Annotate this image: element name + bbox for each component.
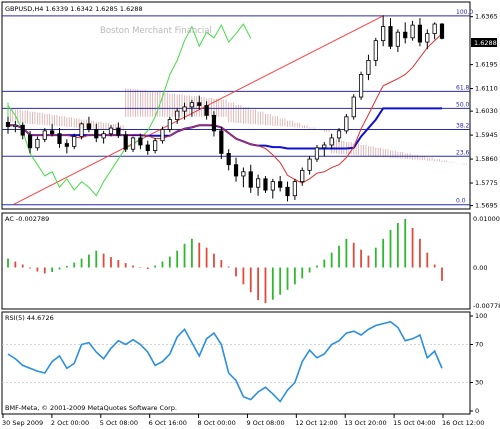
candle (439, 23, 445, 40)
time-tick-label: 13 Oct 20:00 (344, 419, 386, 427)
fib-level-label: 38.2 (456, 122, 470, 129)
candle (263, 175, 268, 193)
fib-level-label: 23.6 (456, 149, 470, 156)
chart-window: Boston Merchant Financial GBPUSD,H4 1.63… (0, 0, 500, 429)
time-tick-label: 2 Oct 00:00 (51, 419, 89, 427)
time-tick-label: 12 Oct 12:00 (295, 419, 337, 427)
ac-header: AC -0.002789 (5, 215, 49, 223)
copyright: BMF-Meta, © 2001-2009 MetaQuotes Softwar… (5, 404, 177, 412)
ac-tick-zero: 0.00 (473, 264, 487, 272)
rsi-axis: 100 70 30 0 (470, 312, 487, 415)
rsi-tick-label: 30 (475, 379, 483, 387)
time-tick-label: 16 Oct 12:00 (442, 419, 484, 427)
time-tick-label: 6 Oct 16:00 (149, 419, 187, 427)
ac-pane-frame (1, 212, 471, 310)
rsi-header: RSI(5) 44.6726 (5, 314, 54, 322)
price-tick-label: 1.5945 (475, 131, 498, 139)
candle (79, 122, 84, 140)
current-price-label: 1.6288 (474, 39, 497, 47)
time-tick-label: 30 Sep 2009 (2, 419, 43, 427)
time-axis: 30 Sep 2009 2 Oct 00:00 5 Oct 08:00 6 Oct 1… (2, 414, 484, 427)
fib-level-label: 50.0 (456, 101, 470, 108)
price-tick-label: 1.5860 (475, 155, 498, 163)
candle (160, 126, 165, 144)
candle (358, 71, 364, 100)
price-tick-label: 1.6110 (475, 85, 498, 93)
current-price-marker: 1.6288 (471, 38, 497, 47)
candle (314, 144, 320, 162)
rsi-tick-label: 70 (475, 341, 483, 349)
fib-level-label: 100.0 (456, 9, 473, 16)
candle (351, 94, 356, 120)
price-tick-label: 1.5775 (475, 179, 498, 187)
price-tick-label: 1.6030 (475, 107, 498, 115)
time-tick-label: 15 Oct 04:00 (393, 419, 435, 427)
rsi-tick-label: 100 (475, 312, 487, 320)
chart-canvas: Boston Merchant Financial GBPUSD,H4 1.63… (1, 1, 500, 427)
rsi-pane-frame (1, 311, 471, 415)
fib-level-label: 0.0 (456, 198, 466, 205)
ac-tick-bottom: -0.00778 (473, 302, 500, 310)
ac-tick-top: 0.010001 (473, 215, 500, 223)
main-header: GBPUSD,H4 1.6339 1.6342 1.6285 1.6288 (5, 5, 143, 13)
time-tick-label: 9 Oct 08:00 (246, 419, 284, 427)
watermark: Boston Merchant Financial (100, 26, 212, 36)
price-tick-label: 1.6195 (475, 61, 498, 69)
rsi-tick-label: 0 (475, 407, 479, 415)
price-tick-label: 1.5695 (475, 202, 498, 210)
time-tick-label: 8 Oct 00:00 (198, 419, 236, 427)
candle (344, 113, 349, 134)
time-tick-label: 5 Oct 08:00 (100, 419, 138, 427)
price-tick-label: 1.6365 (475, 13, 498, 21)
fib-level-label: 61.8 (456, 84, 470, 91)
